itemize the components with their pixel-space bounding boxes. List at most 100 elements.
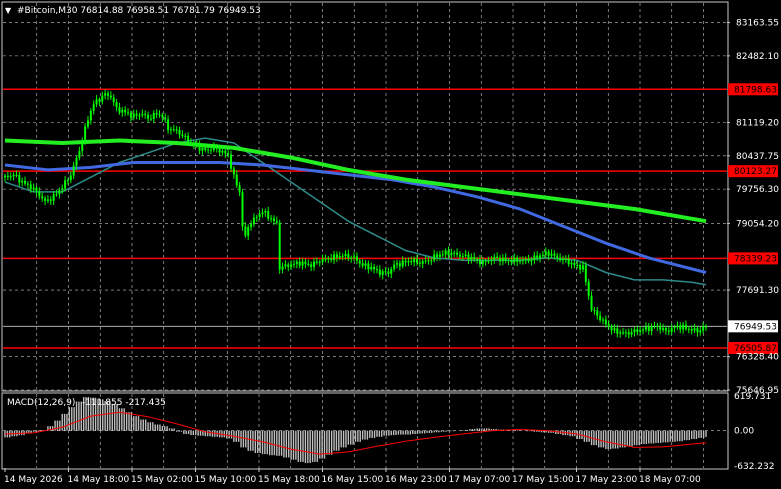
candle-body [135,113,138,116]
candle-body [705,326,707,328]
candle-body [324,258,327,260]
candle-body [541,255,544,257]
candle-body [281,266,284,270]
candle-body [478,259,481,265]
candle-body [458,254,461,257]
candle-body [107,93,110,96]
candle-body [639,330,642,332]
candle-body [169,129,172,131]
candle-body [619,332,622,334]
candle-body [261,212,264,215]
candle-body [92,104,95,111]
candle-body [487,261,490,263]
candle-body [593,310,596,312]
candle-body [407,260,410,263]
collapse-arrow-icon[interactable]: ▼ [5,6,12,15]
candle-body [241,192,244,227]
candle-body [456,252,459,255]
time-axis-label: 17 May 07:00 [449,475,511,485]
macd-title: MACD(12,26,9) [7,398,75,408]
candle-body [129,112,132,118]
candle-body [436,254,439,257]
candle-body [367,263,370,270]
candle-body [507,260,510,262]
candle-body [89,110,92,121]
candle-body [327,258,330,260]
candle-body [533,255,536,261]
candle-body [121,109,124,113]
candle-body [504,257,507,261]
time-axis-label: 16 May 23:00 [385,475,447,485]
candle-body [424,260,427,262]
candle-body [115,102,118,108]
candle-body [590,295,593,311]
time-axis-label: 17 May 15:00 [512,475,574,485]
candle-body [659,325,662,330]
trading-chart[interactable]: 81798.6380123.2778339.2376505.8776949.53… [0,0,781,489]
candle-body [444,250,447,255]
candle-body [493,256,496,260]
candle-body [75,157,78,166]
candle-body [132,113,135,118]
candle-body [693,328,696,331]
candle-body [64,180,67,189]
candle-body [679,325,682,330]
candle-body [66,180,69,182]
candle-body [567,258,570,265]
candle-body [387,271,390,274]
candle-body [318,261,321,263]
candle-body [218,148,221,153]
candle-body [676,325,679,328]
candle-body [284,264,287,267]
candle-body [201,147,204,151]
candle-body [395,263,398,265]
candle-body [313,261,316,267]
candle-body [413,258,416,263]
candle-body [24,180,27,184]
candle-body [321,258,324,262]
candle-body [624,332,627,334]
time-axis-label: 15 May 10:00 [195,475,257,485]
candle-body [21,180,24,183]
candle-body [559,257,562,261]
candle-body [547,251,550,256]
candle-body [599,315,602,321]
candle-body [212,146,215,151]
candle-body [155,112,158,115]
candle-body [587,281,590,296]
candle-body [149,118,152,120]
candle-body [78,151,81,158]
price-axis-label: 80437.75 [736,152,779,162]
candle-body [95,99,98,105]
candle-body [664,328,667,331]
candle-body [496,256,499,259]
candle-body [404,260,407,263]
candle-body [52,194,55,201]
candle-body [195,144,198,146]
candle-body [158,114,161,116]
candle-body [252,217,255,225]
candle-body [118,107,121,113]
candle-body [330,258,333,261]
candle-body [141,113,144,116]
candle-body [656,325,659,327]
candle-body [161,114,164,118]
candle-body [373,266,376,270]
candle-body [38,191,41,197]
time-axis-label: 16 May 15:00 [322,475,384,485]
candle-body [244,226,247,236]
candle-body [682,324,685,330]
candle-body [576,264,579,266]
candle-body [453,252,456,254]
candle-body [258,214,261,217]
candle-body [481,260,484,265]
candle-body [673,327,676,329]
candle-body [653,326,656,328]
candle-body [378,269,381,275]
candle-body [650,326,653,332]
candle-body [450,252,453,256]
candle-body [536,255,539,259]
candle-body [4,175,6,178]
candle-body [490,259,493,262]
candle-body [230,154,233,169]
